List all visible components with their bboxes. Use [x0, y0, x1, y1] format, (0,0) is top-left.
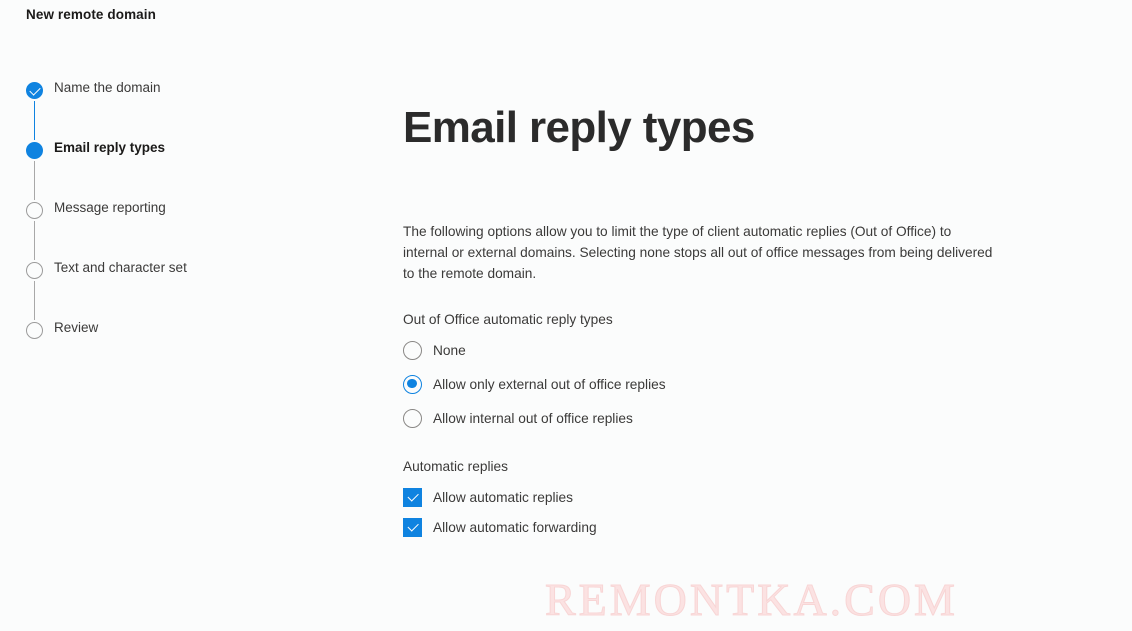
step-connector [34, 281, 36, 320]
wizard-step-label: Name the domain [54, 80, 161, 95]
radio-option-allow-only-external[interactable]: Allow only external out of office replie… [403, 371, 1003, 397]
radio-option-label: Allow only external out of office replie… [433, 376, 666, 392]
site-watermark: REMONTKA.COM [545, 574, 958, 626]
wizard-step-label: Email reply types [54, 140, 166, 155]
page-title: New remote domain [26, 7, 156, 22]
wizard-step-label: Text and character set [54, 260, 187, 275]
step-pending-icon [26, 322, 43, 339]
wizard-step-rail: Name the domain Email reply types Messag… [26, 80, 356, 340]
wizard-step-review[interactable]: Review [26, 320, 356, 340]
checkbox-checked-icon[interactable] [403, 487, 422, 507]
radio-option-label: None [433, 342, 466, 358]
out-of-office-reply-types-group: Out of Office automatic reply types None… [403, 312, 1003, 431]
step-pending-icon [26, 202, 43, 219]
wizard-step-name-the-domain[interactable]: Name the domain [26, 80, 356, 140]
step-complete-icon [26, 82, 43, 99]
checkbox-allow-automatic-replies[interactable]: Allow automatic replies [403, 484, 1003, 510]
content-description: The following options allow you to limit… [403, 224, 993, 282]
checkbox-group-label: Automatic replies [403, 459, 508, 475]
checkbox-label: Allow automatic replies [433, 489, 573, 505]
wizard-step-label: Message reporting [54, 200, 166, 215]
wizard-step-text-and-character-set[interactable]: Text and character set [26, 260, 356, 320]
wizard-step-email-reply-types[interactable]: Email reply types [26, 140, 356, 200]
radio-option-allow-internal[interactable]: Allow internal out of office replies [403, 405, 1003, 431]
radio-option-label: Allow internal out of office replies [433, 410, 633, 426]
checkbox-checked-icon[interactable] [403, 517, 422, 537]
radio-icon[interactable] [403, 408, 422, 428]
wizard-step-label: Review [54, 320, 99, 335]
step-connector [34, 101, 36, 140]
automatic-replies-group: Automatic replies Allow automatic replie… [403, 459, 1003, 540]
radio-icon-selected[interactable] [403, 374, 422, 394]
step-connector [34, 161, 36, 200]
radio-option-none[interactable]: None [403, 337, 1003, 363]
wizard-step-message-reporting[interactable]: Message reporting [26, 200, 356, 260]
checkbox-label: Allow automatic forwarding [433, 519, 597, 535]
step-pending-icon [26, 262, 43, 279]
step-connector [34, 221, 36, 260]
step-current-icon [26, 142, 43, 159]
content-heading: Email reply types [403, 103, 755, 152]
checkbox-allow-automatic-forwarding[interactable]: Allow automatic forwarding [403, 514, 1003, 540]
radio-icon[interactable] [403, 340, 422, 360]
main-content: Email reply types The following options … [403, 103, 1003, 544]
radio-group-label: Out of Office automatic reply types [403, 312, 613, 328]
